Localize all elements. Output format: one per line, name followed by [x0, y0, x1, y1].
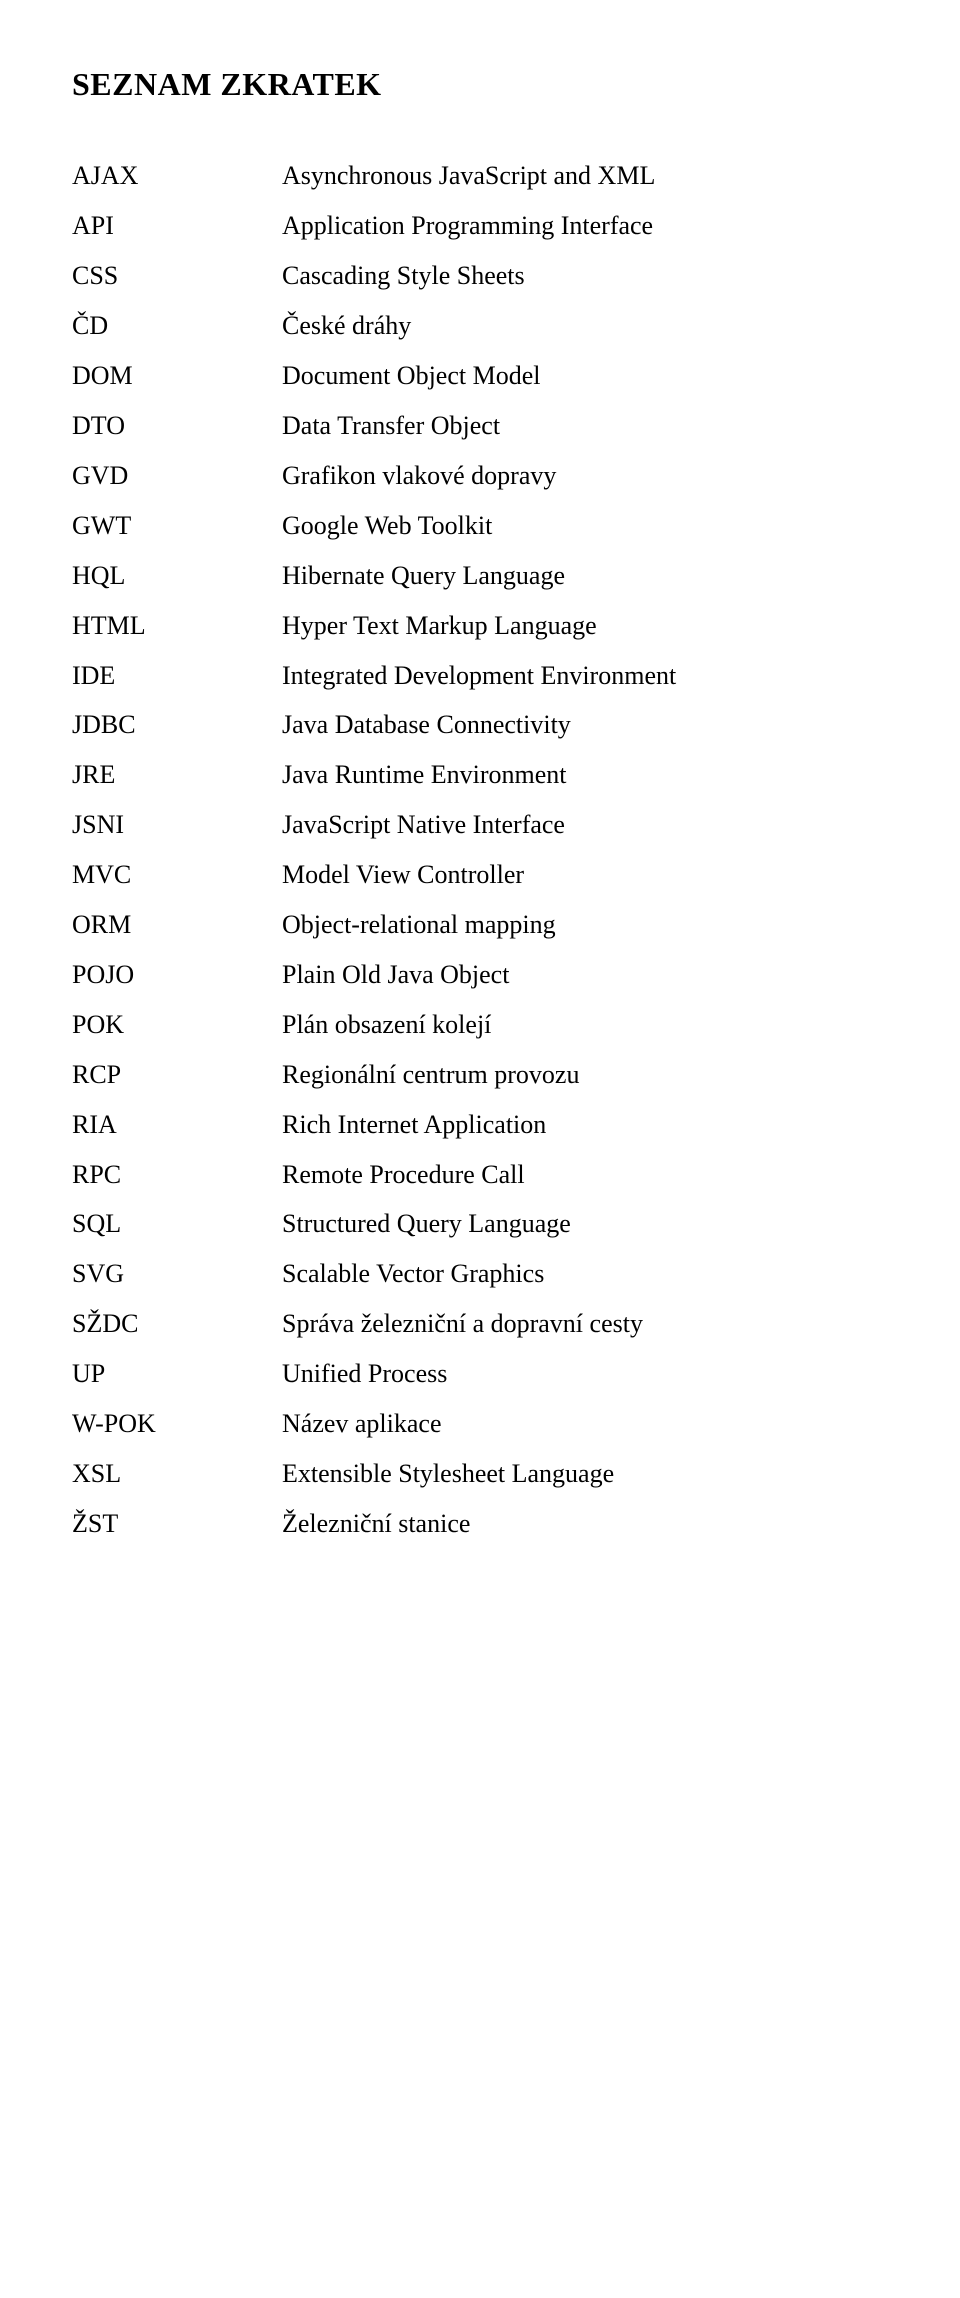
abbr-term: XSL — [72, 1449, 282, 1499]
abbr-definition: Google Web Toolkit — [282, 501, 888, 551]
abbr-row: SQLStructured Query Language — [72, 1199, 888, 1249]
abbr-row: HQLHibernate Query Language — [72, 551, 888, 601]
page-title: SEZNAM ZKRATEK — [72, 54, 888, 115]
abbr-definition: JavaScript Native Interface — [282, 800, 888, 850]
abbr-term: ŽST — [72, 1499, 282, 1549]
abbr-definition: Java Runtime Environment — [282, 750, 888, 800]
abbr-row: POJOPlain Old Java Object — [72, 950, 888, 1000]
abbr-term: SQL — [72, 1199, 282, 1249]
abbr-term: API — [72, 201, 282, 251]
abbr-row: XSLExtensible Stylesheet Language — [72, 1449, 888, 1499]
abbr-row: DTOData Transfer Object — [72, 401, 888, 451]
abbr-row: GVDGrafikon vlakové dopravy — [72, 451, 888, 501]
abbr-definition: Application Programming Interface — [282, 201, 888, 251]
abbr-definition: České dráhy — [282, 301, 888, 351]
abbr-term: MVC — [72, 850, 282, 900]
abbr-row: SVGScalable Vector Graphics — [72, 1249, 888, 1299]
abbr-term: GWT — [72, 501, 282, 551]
abbr-term: W-POK — [72, 1399, 282, 1449]
abbr-term: AJAX — [72, 151, 282, 201]
abbr-definition: Model View Controller — [282, 850, 888, 900]
abbr-term: CSS — [72, 251, 282, 301]
abbr-row: HTMLHyper Text Markup Language — [72, 601, 888, 651]
abbr-definition: Integrated Development Environment — [282, 651, 888, 701]
abbr-term: ORM — [72, 900, 282, 950]
abbr-row: SŽDCSpráva železniční a dopravní cesty — [72, 1299, 888, 1349]
abbr-term: JSNI — [72, 800, 282, 850]
abbr-definition: Grafikon vlakové dopravy — [282, 451, 888, 501]
abbr-definition: Asynchronous JavaScript and XML — [282, 151, 888, 201]
abbr-term: JDBC — [72, 700, 282, 750]
abbr-term: HTML — [72, 601, 282, 651]
abbr-definition: Structured Query Language — [282, 1199, 888, 1249]
abbr-definition: Java Database Connectivity — [282, 700, 888, 750]
abbr-row: MVCModel View Controller — [72, 850, 888, 900]
abbr-row: RPCRemote Procedure Call — [72, 1150, 888, 1200]
abbr-row: GWTGoogle Web Toolkit — [72, 501, 888, 551]
abbr-row: APIApplication Programming Interface — [72, 201, 888, 251]
abbr-term: DTO — [72, 401, 282, 451]
abbr-term: UP — [72, 1349, 282, 1399]
abbr-definition: Document Object Model — [282, 351, 888, 401]
abbr-definition: Rich Internet Application — [282, 1100, 888, 1150]
abbr-definition: Scalable Vector Graphics — [282, 1249, 888, 1299]
abbr-row: W-POKNázev aplikace — [72, 1399, 888, 1449]
abbr-term: SVG — [72, 1249, 282, 1299]
abbr-row: AJAXAsynchronous JavaScript and XML — [72, 151, 888, 201]
abbr-row: JREJava Runtime Environment — [72, 750, 888, 800]
abbreviation-list: AJAXAsynchronous JavaScript and XMLAPIAp… — [72, 151, 888, 1548]
abbr-row: UPUnified Process — [72, 1349, 888, 1399]
abbr-definition: Plain Old Java Object — [282, 950, 888, 1000]
abbr-term: RCP — [72, 1050, 282, 1100]
abbr-definition: Remote Procedure Call — [282, 1150, 888, 1200]
abbr-row: JSNIJavaScript Native Interface — [72, 800, 888, 850]
abbr-definition: Cascading Style Sheets — [282, 251, 888, 301]
abbr-term: JRE — [72, 750, 282, 800]
abbr-definition: Hyper Text Markup Language — [282, 601, 888, 651]
abbr-term: RIA — [72, 1100, 282, 1150]
abbr-definition: Železniční stanice — [282, 1499, 888, 1549]
abbr-definition: Plán obsazení kolejí — [282, 1000, 888, 1050]
abbr-term: SŽDC — [72, 1299, 282, 1349]
abbr-term: RPC — [72, 1150, 282, 1200]
abbr-row: ŽSTŽelezniční stanice — [72, 1499, 888, 1549]
abbr-row: DOMDocument Object Model — [72, 351, 888, 401]
abbr-row: POKPlán obsazení kolejí — [72, 1000, 888, 1050]
abbr-row: IDEIntegrated Development Environment — [72, 651, 888, 701]
abbr-definition: Data Transfer Object — [282, 401, 888, 451]
abbr-row: ČDČeské dráhy — [72, 301, 888, 351]
abbr-definition: Hibernate Query Language — [282, 551, 888, 601]
abbr-definition: Správa železniční a dopravní cesty — [282, 1299, 888, 1349]
abbr-definition: Název aplikace — [282, 1399, 888, 1449]
abbr-term: GVD — [72, 451, 282, 501]
abbr-definition: Object-relational mapping — [282, 900, 888, 950]
abbr-definition: Regionální centrum provozu — [282, 1050, 888, 1100]
abbr-row: ORMObject-relational mapping — [72, 900, 888, 950]
abbr-row: RIARich Internet Application — [72, 1100, 888, 1150]
abbr-term: IDE — [72, 651, 282, 701]
abbr-definition: Unified Process — [282, 1349, 888, 1399]
abbr-term: POJO — [72, 950, 282, 1000]
abbr-term: DOM — [72, 351, 282, 401]
abbr-row: CSSCascading Style Sheets — [72, 251, 888, 301]
abbr-term: ČD — [72, 301, 282, 351]
abbr-term: POK — [72, 1000, 282, 1050]
abbr-term: HQL — [72, 551, 282, 601]
abbr-definition: Extensible Stylesheet Language — [282, 1449, 888, 1499]
abbr-row: JDBCJava Database Connectivity — [72, 700, 888, 750]
abbr-row: RCPRegionální centrum provozu — [72, 1050, 888, 1100]
